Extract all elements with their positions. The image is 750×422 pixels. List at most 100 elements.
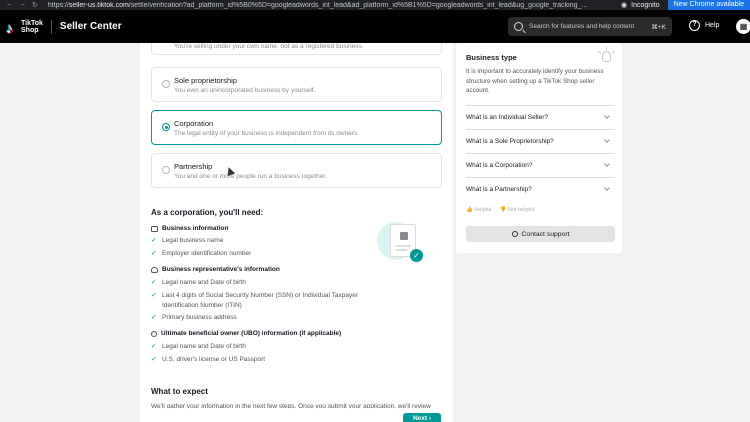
contact-support-label: Contact support	[521, 230, 570, 238]
list-item-text: Legal name and Date of birth	[162, 279, 246, 286]
next-label: Next	[412, 415, 428, 422]
list-item-text: Last 4 digits of Social Security Number …	[162, 292, 359, 309]
section-heading: Business information	[151, 225, 228, 232]
back-icon[interactable]: ←	[6, 1, 13, 9]
url-host: seller-us.tiktok.com	[68, 1, 129, 9]
list-item: ✓ Last 4 digits of Social Security Number…	[151, 291, 381, 311]
option-corporation[interactable]: Corporation The legal entity of your bus…	[151, 110, 442, 145]
bulb-ray	[612, 51, 616, 54]
section-heading: Ultimate beneficial owner (UBO) informat…	[151, 330, 341, 337]
option-individual[interactable]: You're selling under your own name, not …	[151, 43, 442, 55]
list-item: ✓ Legal business name	[151, 236, 223, 246]
radio-button[interactable]	[162, 166, 170, 174]
chevron-down-icon	[604, 161, 610, 167]
list-item-text: U.S. driver's license or US Passport	[162, 356, 266, 363]
check-icon: ✓	[151, 279, 157, 286]
faq-label: What is a Sole Proprietorship?	[466, 138, 554, 145]
url-rest: /settle/verification?ad_platform_id%5B0%…	[128, 1, 588, 9]
contact-support-button[interactable]: Contact support	[466, 226, 615, 242]
faq-item[interactable]: What is a Partnership?	[466, 177, 615, 201]
search-icon	[514, 22, 523, 31]
list-item: ✓ Employer identification number	[151, 249, 251, 259]
chevron-down-icon	[604, 185, 610, 191]
bulb-ray	[598, 51, 602, 54]
radio-button[interactable]	[162, 80, 170, 88]
check-icon: ✓	[151, 356, 157, 363]
not-helpful-button[interactable]: 👎 Not helpful	[500, 207, 535, 213]
option-desc: You and one or more people run a busines…	[174, 173, 327, 180]
headset-icon	[511, 231, 518, 237]
help-button[interactable]: ? Help	[689, 20, 719, 31]
section-heading-text: Ultimate beneficial owner (UBO) informat…	[161, 330, 342, 337]
bulb-ray	[606, 47, 608, 50]
feedback-row: 👍 Helpful 👎 Not helpful	[466, 207, 534, 213]
avatar[interactable]: ▦	[736, 19, 750, 34]
next-button[interactable]: Next ›	[403, 413, 441, 422]
reload-icon[interactable]: ↻	[32, 1, 38, 9]
search-shortcut: ⌘+K	[651, 23, 666, 31]
business-type-form: You're selling under your own name, not …	[140, 43, 453, 422]
lightbulb-icon	[598, 47, 616, 65]
faq-label: What is a Partnership?	[466, 186, 532, 193]
logo-wordmark: TikTok Shop	[21, 20, 43, 34]
list-item-text: Primary business address	[162, 314, 237, 321]
thumbs-up-icon: 👍	[466, 207, 473, 213]
sidebar-title: Business type	[466, 53, 517, 62]
forward-icon[interactable]: →	[19, 1, 26, 9]
radio-button-selected[interactable]	[162, 123, 170, 131]
helpful-button[interactable]: 👍 Helpful	[466, 207, 492, 213]
tiktok-shop-logo[interactable]: TikTok Shop	[6, 20, 43, 34]
list-item-text: Employer identification number	[162, 250, 252, 257]
check-icon: ✓	[151, 250, 157, 257]
option-desc: You own an unincorporated business by yo…	[174, 87, 316, 94]
not-helpful-label: Not helpful	[507, 207, 535, 213]
list-item: ✓ Legal name and Date of birth	[151, 278, 246, 288]
header-divider	[50, 19, 52, 34]
help-sidebar: Business type It is important to accurat…	[456, 43, 622, 253]
faq-item[interactable]: What is a Corporation?	[466, 153, 615, 177]
browser-nav: ← → ↻	[0, 1, 38, 9]
doc-line	[396, 249, 407, 251]
faq-item[interactable]: What is an Individual Seller?	[466, 105, 615, 129]
check-icon: ✓	[151, 292, 157, 299]
faq-label: What is an Individual Seller?	[466, 114, 549, 121]
option-desc: The legal entity of your business is ind…	[174, 130, 359, 137]
chevron-down-icon	[604, 137, 610, 143]
helpful-label: Helpful	[474, 207, 492, 213]
check-icon: ✓	[151, 237, 157, 244]
briefcase-icon	[151, 225, 158, 232]
ubo-person-icon	[151, 330, 157, 337]
lock-icon	[400, 232, 408, 240]
faq-item[interactable]: What is a Sole Proprietorship?	[466, 129, 615, 153]
option-sole-proprietorship[interactable]: Sole proprietorship You own an unincorpo…	[151, 67, 442, 102]
option-individual-desc: You're selling under your own name, not …	[174, 43, 364, 50]
url-prefix: https://	[47, 1, 69, 9]
incognito-indicator[interactable]: ◉ Incognito	[621, 1, 660, 10]
check-icon: ✓	[151, 343, 157, 350]
doc-line	[396, 245, 411, 247]
option-partnership[interactable]: Partnership You and one or more people r…	[151, 153, 442, 188]
incognito-label: Incognito	[631, 1, 660, 9]
new-chrome-button[interactable]: New Chrome available	[667, 0, 750, 10]
help-icon: ?	[689, 20, 700, 31]
list-item-text: Legal name and Date of birth	[162, 343, 246, 350]
section-heading-text: Business representative's information	[162, 266, 280, 273]
incognito-icon: ◉	[621, 2, 628, 9]
section-heading-text: Business information	[162, 225, 229, 232]
list-item: ✓ Primary business address	[151, 313, 237, 323]
section-heading: Business representative's information	[151, 266, 280, 273]
logo-line2: Shop	[21, 26, 39, 34]
document-verified-illustration: ✓	[377, 220, 427, 264]
bulb-shape	[602, 51, 611, 62]
thumbs-down-icon: 👎	[499, 207, 507, 213]
list-item: ✓ Legal name and Date of birth	[151, 342, 246, 352]
search-input[interactable]: Search for features and help content ⌘+K	[508, 17, 672, 36]
chevron-down-icon	[604, 113, 610, 119]
requirements-title: As a corporation, you'll need:	[151, 208, 264, 217]
logo-line1: TikTok	[21, 19, 43, 27]
option-title: Partnership	[174, 162, 213, 171]
person-icon	[151, 266, 158, 273]
address-bar[interactable]: https://seller-us.tiktok.com/settle/veri…	[48, 2, 611, 9]
app-header: TikTok Shop Seller Center Search for fea…	[0, 10, 750, 43]
help-label: Help	[705, 22, 720, 29]
